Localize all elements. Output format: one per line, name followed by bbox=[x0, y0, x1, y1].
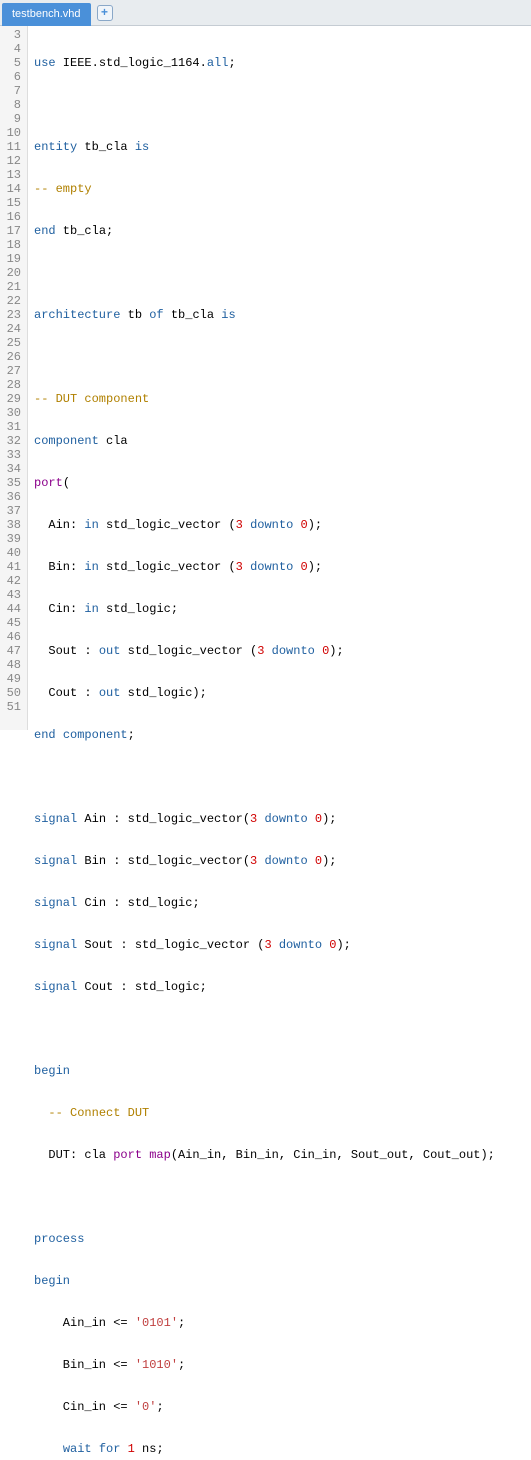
line-number: 4 bbox=[4, 42, 21, 56]
code-line: begin bbox=[34, 1274, 531, 1288]
code-line: wait for 1 ns; bbox=[34, 1442, 531, 1456]
line-number: 12 bbox=[4, 154, 21, 168]
line-number: 42 bbox=[4, 574, 21, 588]
line-number: 17 bbox=[4, 224, 21, 238]
code-line: signal Bin : std_logic_vector(3 downto 0… bbox=[34, 854, 531, 868]
line-number: 9 bbox=[4, 112, 21, 126]
line-number: 7 bbox=[4, 84, 21, 98]
line-number: 41 bbox=[4, 560, 21, 574]
code-line: Cin_in <= '0'; bbox=[34, 1400, 531, 1414]
code-line: -- Connect DUT bbox=[34, 1106, 531, 1120]
code-line: use IEEE.std_logic_1164.all; bbox=[34, 56, 531, 70]
code-line: port( bbox=[34, 476, 531, 490]
code-area[interactable]: use IEEE.std_logic_1164.all; entity tb_c… bbox=[28, 26, 531, 730]
line-number: 35 bbox=[4, 476, 21, 490]
line-number: 39 bbox=[4, 532, 21, 546]
line-number: 19 bbox=[4, 252, 21, 266]
line-number: 8 bbox=[4, 98, 21, 112]
code-line: Sout : out std_logic_vector (3 downto 0)… bbox=[34, 644, 531, 658]
line-number: 10 bbox=[4, 126, 21, 140]
line-number: 11 bbox=[4, 140, 21, 154]
code-line: process bbox=[34, 1232, 531, 1246]
line-number: 18 bbox=[4, 238, 21, 252]
line-number: 6 bbox=[4, 70, 21, 84]
line-number: 33 bbox=[4, 448, 21, 462]
line-number: 21 bbox=[4, 280, 21, 294]
line-number: 45 bbox=[4, 616, 21, 630]
code-line: end component; bbox=[34, 728, 531, 742]
code-line: Bin_in <= '1010'; bbox=[34, 1358, 531, 1372]
line-number: 14 bbox=[4, 182, 21, 196]
code-line: Ain_in <= '0101'; bbox=[34, 1316, 531, 1330]
line-number: 36 bbox=[4, 490, 21, 504]
line-number: 31 bbox=[4, 420, 21, 434]
line-number: 23 bbox=[4, 308, 21, 322]
code-line: Ain: in std_logic_vector (3 downto 0); bbox=[34, 518, 531, 532]
code-line: DUT: cla port map(Ain_in, Bin_in, Cin_in… bbox=[34, 1148, 531, 1162]
code-line: begin bbox=[34, 1064, 531, 1078]
code-line bbox=[34, 1022, 531, 1036]
line-number: 43 bbox=[4, 588, 21, 602]
code-line: signal Cin : std_logic; bbox=[34, 896, 531, 910]
code-line bbox=[34, 770, 531, 784]
code-line: -- DUT component bbox=[34, 392, 531, 406]
line-number: 22 bbox=[4, 294, 21, 308]
line-number: 27 bbox=[4, 364, 21, 378]
line-number: 15 bbox=[4, 196, 21, 210]
code-line bbox=[34, 350, 531, 364]
code-line: component cla bbox=[34, 434, 531, 448]
line-number: 38 bbox=[4, 518, 21, 532]
line-number: 37 bbox=[4, 504, 21, 518]
line-number: 3 bbox=[4, 28, 21, 42]
code-line: Cin: in std_logic; bbox=[34, 602, 531, 616]
line-number: 5 bbox=[4, 56, 21, 70]
line-number: 20 bbox=[4, 266, 21, 280]
code-line: Cout : out std_logic); bbox=[34, 686, 531, 700]
line-number: 24 bbox=[4, 322, 21, 336]
editor: 3456789101112131415161718192021222324252… bbox=[0, 26, 531, 730]
code-line: end tb_cla; bbox=[34, 224, 531, 238]
line-number: 28 bbox=[4, 378, 21, 392]
code-line bbox=[34, 266, 531, 280]
line-number: 34 bbox=[4, 462, 21, 476]
line-number: 47 bbox=[4, 644, 21, 658]
line-number: 49 bbox=[4, 672, 21, 686]
line-number: 46 bbox=[4, 630, 21, 644]
tab-bar: testbench.vhd + bbox=[0, 0, 531, 26]
line-number: 29 bbox=[4, 392, 21, 406]
code-line: signal Cout : std_logic; bbox=[34, 980, 531, 994]
code-line bbox=[34, 1190, 531, 1204]
code-line: signal Ain : std_logic_vector(3 downto 0… bbox=[34, 812, 531, 826]
code-line bbox=[34, 98, 531, 112]
code-line: architecture tb of tb_cla is bbox=[34, 308, 531, 322]
line-number: 40 bbox=[4, 546, 21, 560]
line-number: 13 bbox=[4, 168, 21, 182]
line-number: 44 bbox=[4, 602, 21, 616]
line-number: 25 bbox=[4, 336, 21, 350]
code-line: entity tb_cla is bbox=[34, 140, 531, 154]
line-number: 50 bbox=[4, 686, 21, 700]
new-tab-button[interactable]: + bbox=[97, 5, 113, 21]
line-number: 51 bbox=[4, 700, 21, 714]
code-line: -- empty bbox=[34, 182, 531, 196]
code-line: Bin: in std_logic_vector (3 downto 0); bbox=[34, 560, 531, 574]
line-number: 16 bbox=[4, 210, 21, 224]
line-number: 32 bbox=[4, 434, 21, 448]
line-number: 26 bbox=[4, 350, 21, 364]
line-number-gutter: 3456789101112131415161718192021222324252… bbox=[0, 26, 28, 730]
line-number: 30 bbox=[4, 406, 21, 420]
line-number: 48 bbox=[4, 658, 21, 672]
code-line: signal Sout : std_logic_vector (3 downto… bbox=[34, 938, 531, 952]
tab-active[interactable]: testbench.vhd bbox=[2, 3, 91, 26]
